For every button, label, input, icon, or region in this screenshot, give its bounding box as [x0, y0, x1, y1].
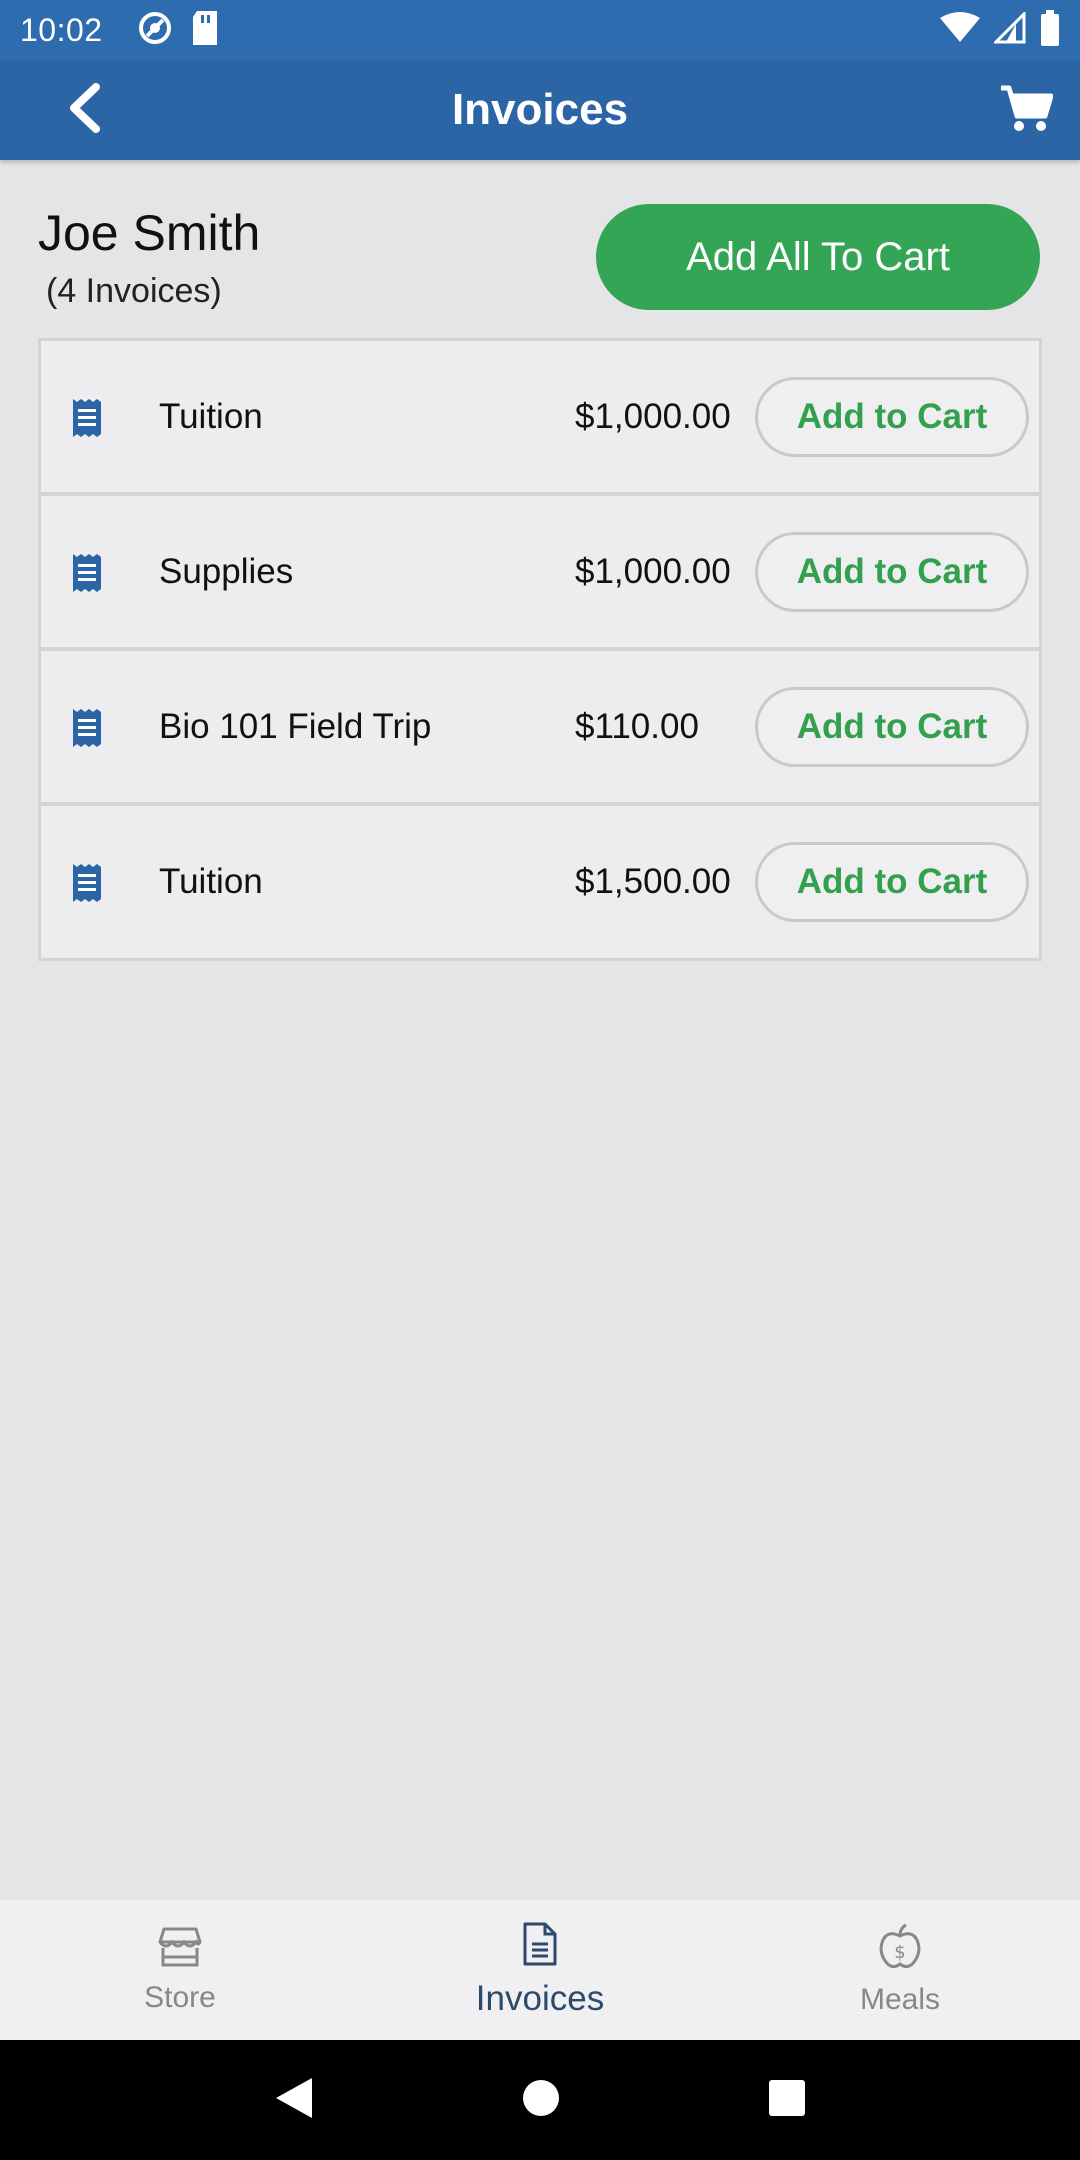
- nav-item-meals[interactable]: $ Meals: [720, 1900, 1080, 2040]
- customer-name: Joe Smith: [38, 205, 261, 261]
- system-nav-bar: [0, 2040, 1080, 2160]
- nav-label-meals: Meals: [859, 1982, 941, 2016]
- page-title: Invoices: [451, 85, 629, 134]
- store-icon: [156, 1926, 204, 1973]
- signal-icon: [992, 9, 1026, 49]
- sync-icon: [137, 10, 173, 51]
- invoice-name: Tuition: [159, 862, 263, 901]
- invoice-row: Bio 101 Field Trip $110.00 Add to Cart: [41, 651, 1039, 806]
- invoice-amount: $110.00: [575, 707, 699, 746]
- back-triangle-icon[interactable]: [274, 2076, 314, 2125]
- invoice-count: (4 Invoices): [46, 272, 222, 310]
- invoice-name: Bio 101 Field Trip: [159, 707, 432, 746]
- apple-dollar-icon: $: [878, 1923, 922, 1975]
- add-to-cart-button[interactable]: Add to Cart: [755, 532, 1029, 612]
- nav-label-invoices: Invoices: [475, 1978, 605, 2018]
- document-icon: [522, 1922, 558, 1971]
- invoice-row: Supplies $1,000.00 Add to Cart: [41, 496, 1039, 651]
- customer-header: Joe Smith (4 Invoices) Add All To Cart: [38, 204, 1042, 324]
- sd-card-icon: [191, 10, 219, 50]
- cart-icon: [999, 84, 1054, 137]
- nav-label-store: Store: [144, 1980, 216, 2014]
- chevron-left-icon: [66, 82, 102, 138]
- invoice-amount: $1,000.00: [575, 397, 731, 436]
- status-time: 10:02: [20, 11, 103, 48]
- nav-item-invoices[interactable]: Invoices: [360, 1900, 720, 2040]
- invoice-name: Tuition: [159, 397, 263, 436]
- receipt-icon: [71, 554, 103, 592]
- invoice-name: Supplies: [159, 552, 294, 591]
- recents-square-icon[interactable]: [768, 2079, 806, 2122]
- invoice-amount: $1,500.00: [575, 862, 731, 901]
- add-all-to-cart-button[interactable]: Add All To Cart: [596, 204, 1040, 310]
- cart-button[interactable]: [994, 78, 1058, 142]
- wifi-icon: [940, 11, 980, 49]
- bottom-nav: Store Invoices $ Meals: [0, 1900, 1080, 2040]
- add-to-cart-button[interactable]: Add to Cart: [755, 377, 1029, 457]
- invoice-list: Tuition $1,000.00 Add to Cart Supplies $…: [38, 338, 1042, 961]
- invoice-amount: $1,000.00: [575, 552, 731, 591]
- invoice-row: Tuition $1,500.00 Add to Cart: [41, 806, 1039, 958]
- receipt-icon: [71, 709, 103, 747]
- invoice-row: Tuition $1,000.00 Add to Cart: [41, 341, 1039, 496]
- svg-text:$: $: [894, 1942, 905, 1963]
- app-bar: Invoices: [0, 60, 1080, 160]
- receipt-icon: [71, 864, 103, 902]
- status-bar: 10:02: [0, 0, 1080, 60]
- receipt-icon: [71, 399, 103, 437]
- nav-item-store[interactable]: Store: [0, 1900, 360, 2040]
- home-circle-icon[interactable]: [521, 2078, 561, 2123]
- add-to-cart-button[interactable]: Add to Cart: [755, 842, 1029, 922]
- back-button[interactable]: [56, 82, 112, 138]
- add-to-cart-button[interactable]: Add to Cart: [755, 687, 1029, 767]
- battery-icon: [1040, 9, 1060, 51]
